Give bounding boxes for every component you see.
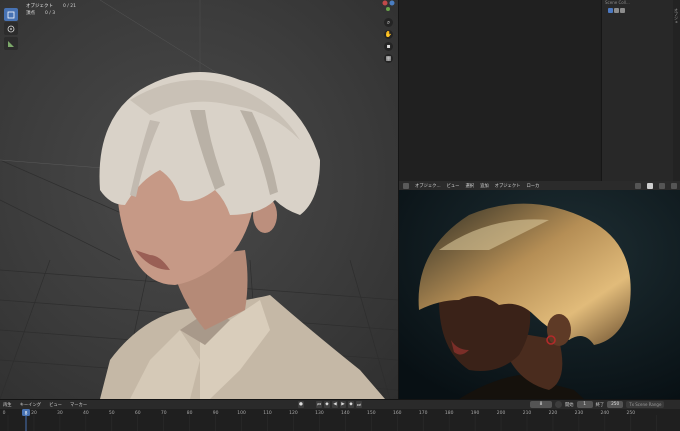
- measure-icon: [8, 40, 14, 47]
- visibility-icon[interactable]: [620, 8, 625, 13]
- mode-dropdown[interactable]: オブジェク...: [415, 183, 441, 189]
- prev-keyframe-button[interactable]: ◆: [324, 401, 330, 408]
- properties-tab-label[interactable]: オブジェ: [673, 8, 679, 24]
- frame-tick-label: 120: [289, 410, 298, 416]
- menu-object[interactable]: オブジェクト: [495, 183, 521, 189]
- outliner-icons[interactable]: [608, 8, 625, 13]
- stat-verts-value: 0 / 3: [45, 11, 56, 16]
- pan-hand-icon[interactable]: ✋: [384, 30, 393, 39]
- select-box-icon: [7, 11, 15, 18]
- menu-keying[interactable]: キーイング: [20, 402, 41, 408]
- shading-material-icon[interactable]: [659, 182, 665, 189]
- record-button[interactable]: ●: [298, 401, 304, 408]
- frame-tick-label: 190: [471, 410, 480, 416]
- orientation-dropdown[interactable]: ローカ: [526, 183, 539, 189]
- axis-y-icon[interactable]: [386, 7, 390, 11]
- start-label: 開始: [565, 402, 574, 408]
- outliner-row-label: Scene Coll...: [605, 0, 630, 5]
- frame-tick-label: 210: [523, 410, 532, 416]
- properties-sidebar[interactable]: オブジェ: [673, 0, 680, 181]
- frame-tick-label: 30: [57, 410, 63, 416]
- outliner-row[interactable]: Scene Coll...: [605, 0, 630, 6]
- menu-playback[interactable]: 再生: [3, 402, 12, 408]
- axis-z-icon[interactable]: [389, 0, 395, 6]
- frame-tick-label: 90: [213, 410, 219, 416]
- cursor-icon: [7, 25, 15, 32]
- frame-tick-label: 160: [393, 410, 402, 416]
- frame-tick-label: 220: [549, 410, 558, 416]
- frame-fields: 8 開始 1 終了 250 Tx Scene Range: [530, 401, 665, 408]
- menu-view[interactable]: ビュー: [49, 402, 62, 408]
- frame-tick-label: 40: [83, 410, 89, 416]
- frame-tick-label: 180: [445, 410, 454, 416]
- camera-icon[interactable]: ▪: [384, 42, 393, 51]
- play-button[interactable]: ▶: [340, 401, 346, 408]
- frame-tick-label: 150: [367, 410, 376, 416]
- menu-add[interactable]: 追加: [480, 183, 489, 189]
- frame-tick-label: 240: [601, 410, 610, 416]
- right-top-area: Scene Coll... オブジェ: [398, 0, 680, 181]
- play-reverse-button[interactable]: ◀: [332, 401, 338, 408]
- frame-tick-label: 130: [315, 410, 324, 416]
- timeline-header: 再生 キーイング ビュー マーカー ● ⏮ ◆ ◀ ▶ ◆ ⏭ 8 開始 1 終…: [0, 399, 680, 409]
- cursor-tool-button[interactable]: [4, 22, 18, 35]
- measure-tool-button[interactable]: [4, 37, 18, 50]
- frame-tick-label: 170: [419, 410, 428, 416]
- frame-tick-label: 200: [497, 410, 506, 416]
- shading-render-icon[interactable]: [671, 182, 677, 189]
- frame-tick-label: 0: [3, 410, 6, 416]
- stat-objects-label: オブジェクト: [26, 4, 53, 9]
- menu-view[interactable]: ビュー: [447, 183, 460, 189]
- menu-marker[interactable]: マーカー: [70, 402, 87, 408]
- axis-x-icon[interactable]: [382, 0, 388, 6]
- editor-type-icon[interactable]: [403, 182, 409, 189]
- scene-range-toggle[interactable]: Tx Scene Range: [626, 401, 665, 408]
- rendered-image: [399, 190, 680, 399]
- viewport-scene: [0, 0, 398, 399]
- frame-tick-label: 70: [161, 410, 167, 416]
- clock-icon[interactable]: [555, 401, 562, 408]
- timeline[interactable]: 0 20 30 40 50 60 70 80 90 100 110 120 130 140 150 160 17…: [0, 409, 680, 431]
- menu-select[interactable]: 選択: [465, 183, 474, 189]
- outliner[interactable]: Scene Coll...: [601, 0, 680, 181]
- timeline-ruler[interactable]: 0 20 30 40 50 60 70 80 90 100 110 120 130 140 150 160 17…: [0, 409, 680, 431]
- frame-tick-label: 140: [341, 410, 350, 416]
- axis-gizmo[interactable]: [380, 0, 396, 12]
- shading-solid-icon[interactable]: [647, 182, 653, 189]
- next-keyframe-button[interactable]: ◆: [348, 401, 354, 408]
- select-tool-button[interactable]: [4, 8, 18, 21]
- frame-tick-label: 230: [575, 410, 584, 416]
- frame-tick-label: 100: [237, 410, 246, 416]
- filter-icon[interactable]: [614, 8, 619, 13]
- jump-start-button[interactable]: ⏮: [316, 401, 322, 408]
- end-frame-field[interactable]: 250: [607, 401, 624, 408]
- grid-view-icon[interactable]: ▦: [384, 54, 393, 63]
- end-label: 終了: [595, 402, 605, 408]
- 3d-viewport[interactable]: オブジェクト 0 / 21 頂点 0 / 3 ⌕ ✋ ▪ ▦: [0, 0, 398, 399]
- playback-controls: ● ⏮ ◆ ◀ ▶ ◆ ⏭: [298, 401, 362, 408]
- collection-icon[interactable]: [608, 8, 613, 13]
- stat-verts-label: 頂点: [26, 11, 35, 16]
- frame-tick-label: 250: [627, 410, 636, 416]
- jump-end-button[interactable]: ⏭: [356, 401, 362, 408]
- frame-tick-label: 60: [135, 410, 141, 416]
- frame-tick-label: 110: [263, 410, 272, 416]
- zoom-icon[interactable]: ⌕: [384, 18, 393, 27]
- timeline-menus: 再生 キーイング ビュー マーカー: [0, 402, 87, 408]
- current-frame-field[interactable]: 8: [530, 401, 552, 408]
- overlay-toggle-icon[interactable]: [635, 182, 641, 189]
- frame-tick-label: 80: [187, 410, 193, 416]
- playhead-frame-label: 8: [25, 410, 28, 416]
- start-frame-field[interactable]: 1: [576, 401, 593, 408]
- stat-objects-value: 0 / 21: [63, 4, 76, 9]
- render-editor: オブジェク... ビュー 選択 追加 オブジェクト ローカ: [398, 181, 680, 399]
- rendered-viewport[interactable]: [399, 190, 680, 399]
- frame-tick-label: 20: [31, 410, 37, 416]
- viewport-stats: オブジェクト 0 / 21 頂点 0 / 3: [26, 3, 76, 17]
- frame-tick-label: 50: [109, 410, 115, 416]
- render-header: オブジェク... ビュー 選択 追加 オブジェクト ローカ: [399, 181, 680, 190]
- empty-editor[interactable]: [399, 0, 600, 181]
